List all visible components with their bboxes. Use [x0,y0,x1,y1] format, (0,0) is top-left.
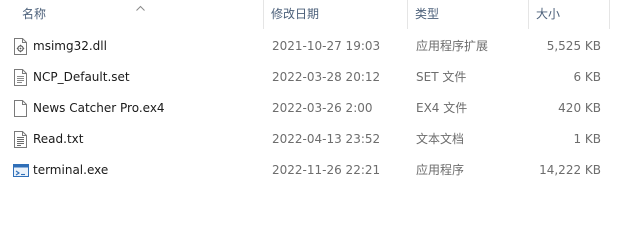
column-divider[interactable] [609,0,610,29]
file-date-modified: 2021-10-27 19:03 [272,39,381,53]
column-divider[interactable] [263,0,264,29]
file-name: News Catcher Pro.ex4 [33,101,165,115]
file-type: SET 文件 [416,70,467,84]
file-row[interactable]: News Catcher Pro.ex4 2022-03-26 2:00 EX4… [0,93,629,124]
column-header-date[interactable]: 修改日期 [271,0,407,29]
file-row[interactable]: terminal.exe 2022-11-26 22:21 应用程序 14,22… [0,155,629,186]
file-name: Read.txt [33,132,84,146]
blank-file-icon [13,100,28,117]
file-size: 5,525 KB [546,39,601,53]
file-size: 14,222 KB [539,163,601,177]
file-row[interactable]: NCP_Default.set 2022-03-28 20:12 SET 文件 … [0,62,629,93]
column-header-name[interactable]: 名称 [22,0,262,29]
file-name: terminal.exe [33,163,109,177]
file-date-modified: 2022-11-26 22:21 [272,163,381,177]
file-date-modified: 2022-03-26 2:00 [272,101,373,115]
file-date-modified: 2022-04-13 23:52 [272,132,381,146]
file-row[interactable]: Read.txt 2022-04-13 23:52 文本文档 1 KB [0,124,629,155]
file-type: EX4 文件 [416,101,468,115]
column-header-bar: 名称 修改日期 类型 大小 [0,0,629,29]
document-file-icon [13,69,28,86]
file-date-modified: 2022-03-28 20:12 [272,70,381,84]
file-name: NCP_Default.set [33,70,130,84]
file-size: 420 KB [558,101,601,115]
file-row[interactable]: msimg32.dll 2021-10-27 19:03 应用程序扩展 5,52… [0,31,629,62]
file-type: 文本文档 [416,132,465,146]
file-type: 应用程序扩展 [416,39,489,53]
file-size: 1 KB [573,132,601,146]
file-type: 应用程序 [416,163,465,177]
file-size: 6 KB [573,70,601,84]
text-file-icon [13,131,28,148]
column-divider[interactable] [528,0,529,29]
column-divider[interactable] [407,0,408,29]
application-icon [13,162,29,179]
dll-file-icon [13,38,28,55]
column-header-type[interactable]: 类型 [415,0,527,29]
column-header-size[interactable]: 大小 [536,0,616,29]
file-name: msimg32.dll [33,39,107,53]
